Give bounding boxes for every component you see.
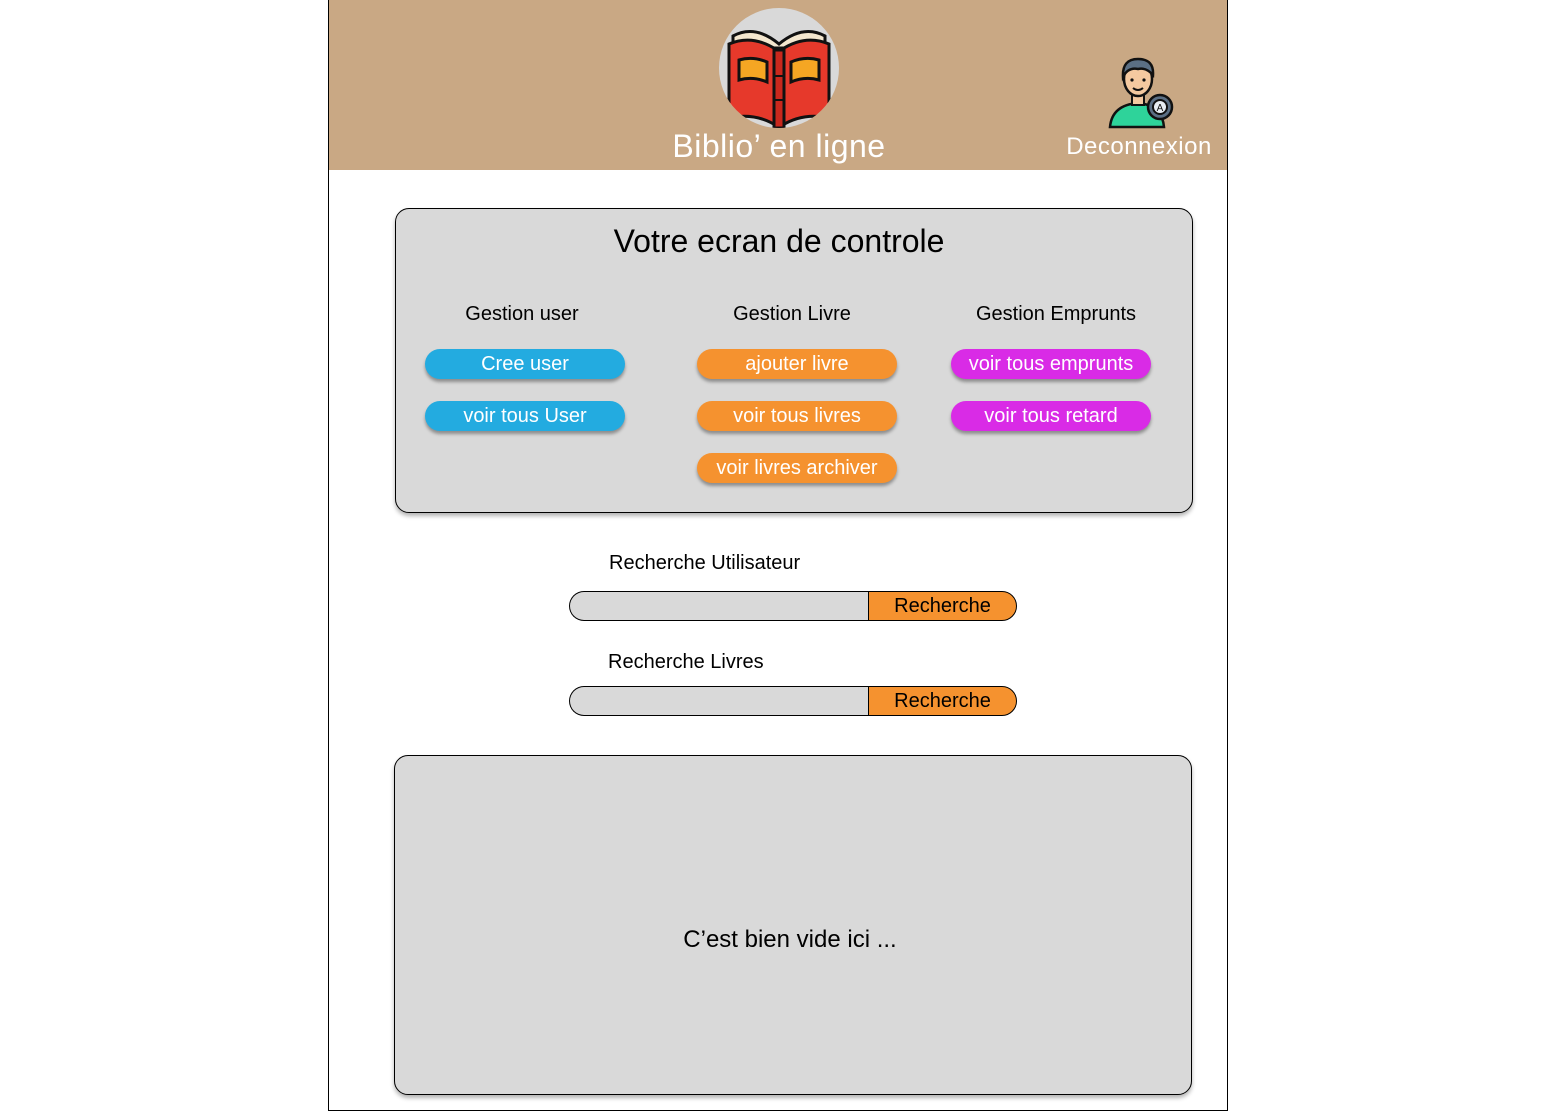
heading-gestion-user: Gestion user (465, 303, 579, 325)
empty-results-message: C’est bien vide ici ... (683, 926, 897, 953)
search-books-label: Recherche Livres (608, 651, 764, 673)
search-books-button[interactable]: Recherche (868, 686, 1017, 716)
heading-gestion-livre: Gestion Livre (733, 303, 851, 325)
search-books-group: Recherche (569, 686, 1019, 716)
logo[interactable] (719, 8, 839, 128)
search-user-button[interactable]: Recherche (868, 591, 1017, 621)
search-books-input[interactable] (569, 686, 868, 716)
header: Biblio’ en ligne A Deconnexion (329, 0, 1227, 170)
search-user-label: Recherche Utilisateur (609, 552, 801, 574)
create-user-button[interactable]: Cree user (425, 349, 625, 379)
results-panel: C’est bien vide ici ... (394, 755, 1192, 1095)
panel-title: Votre ecran de controle (613, 223, 945, 259)
view-all-loans-button[interactable]: voir tous emprunts (951, 349, 1151, 379)
search-user-group: Recherche (569, 591, 1019, 621)
app-title: Biblio’ en ligne (672, 128, 886, 164)
view-all-books-button[interactable]: voir tous livres (697, 401, 897, 431)
add-book-button[interactable]: ajouter livre (697, 349, 897, 379)
logout-label: Deconnexion (1066, 133, 1212, 160)
heading-gestion-emprunts: Gestion Emprunts (975, 303, 1137, 325)
open-book-icon (727, 30, 831, 128)
view-all-users-button[interactable]: voir tous User (425, 401, 625, 431)
svg-text:A: A (1157, 103, 1164, 114)
search-user-input[interactable] (569, 591, 868, 621)
logout-button[interactable]: A Deconnexion (1059, 55, 1219, 165)
view-all-late-button[interactable]: voir tous retard (951, 401, 1151, 431)
view-archived-books-button[interactable]: voir livres archiver (697, 453, 897, 483)
page-frame: Biblio’ en ligne A Deconnexion Votre ecr… (328, 0, 1228, 1111)
control-panel: Votre ecran de controle Gestion user Ges… (395, 208, 1193, 513)
user-avatar-icon: A (1108, 57, 1174, 129)
